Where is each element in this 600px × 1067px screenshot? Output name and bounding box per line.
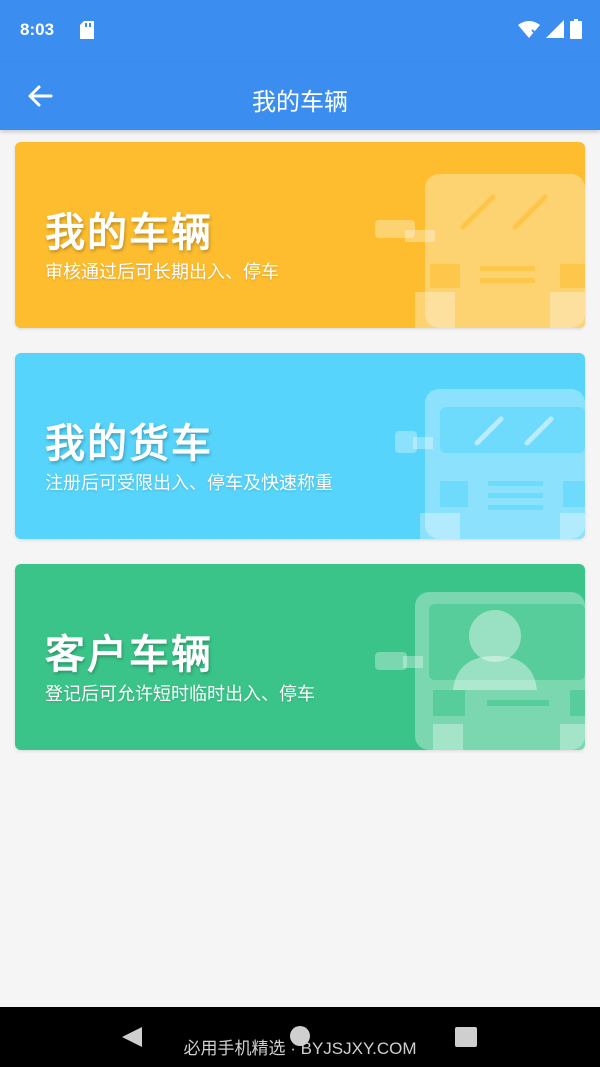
car-icon bbox=[375, 174, 585, 328]
customer-car-icon bbox=[375, 592, 585, 750]
card-customer-car[interactable]: 客户车辆 登记后可允许短时临时出入、停车 bbox=[15, 564, 585, 750]
card-my-car[interactable]: 我的车辆 审核通过后可长期出入、停车 bbox=[15, 142, 585, 328]
battery-icon bbox=[570, 19, 582, 43]
status-bar: 8:03 bbox=[0, 0, 600, 62]
watermark: 必用手机精选 · BYJSJXY.COM bbox=[183, 1039, 417, 1058]
card-subtitle: 登记后可允许短时临时出入、停车 bbox=[45, 684, 315, 705]
truck-icon bbox=[395, 389, 585, 539]
card-my-truck[interactable]: 我的货车 注册后可受限出入、停车及快速称重 bbox=[15, 353, 585, 539]
signal-icon bbox=[546, 20, 564, 42]
card-title: 我的车辆 bbox=[45, 210, 213, 256]
page-title: 我的车辆 bbox=[252, 88, 348, 116]
card-subtitle: 注册后可受限出入、停车及快速称重 bbox=[45, 473, 333, 494]
card-subtitle: 审核通过后可长期出入、停车 bbox=[45, 262, 279, 283]
card-title: 客户车辆 bbox=[45, 632, 213, 678]
card-title: 我的货车 bbox=[45, 421, 213, 467]
sd-card-icon bbox=[80, 21, 94, 43]
vehicle-list: 我的车辆 审核通过后可长期出入、停车 我的货车 注册后可受限出入、停车及快速称重… bbox=[0, 130, 600, 1007]
wifi-icon bbox=[518, 20, 540, 42]
status-time: 8:03 bbox=[20, 20, 55, 39]
app-bar: 我的车辆 bbox=[0, 62, 600, 130]
